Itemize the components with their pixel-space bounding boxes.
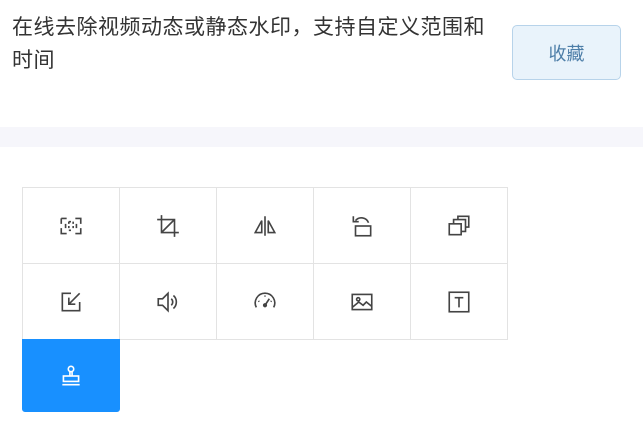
favorite-button[interactable]: 收藏: [512, 25, 621, 80]
crop-icon: [157, 214, 179, 237]
tool-crop-area[interactable]: [22, 187, 120, 264]
tool-text[interactable]: [410, 263, 508, 340]
crop-area-icon: [60, 217, 82, 234]
section-divider: [0, 127, 643, 147]
tool-crop[interactable]: [119, 187, 217, 264]
tool-description: 在线去除视频动态或静态水印，支持自定义范围和时间: [12, 15, 485, 72]
flip-icon: [253, 215, 277, 236]
speed-icon: [254, 291, 276, 308]
tool-volume[interactable]: [119, 263, 217, 340]
rotate-icon: [352, 215, 372, 237]
tool-image[interactable]: [313, 263, 411, 340]
header: 在线去除视频动态或静态水印，支持自定义范围和时间 收藏: [0, 0, 643, 127]
volume-icon: [157, 290, 178, 313]
tool-grid: [22, 187, 508, 412]
tool-rotate[interactable]: [313, 187, 411, 264]
image-icon: [351, 293, 373, 310]
tool-speed[interactable]: [216, 263, 314, 340]
tool-stamp[interactable]: [22, 339, 120, 412]
tool-export[interactable]: [22, 263, 120, 340]
tool-resize[interactable]: [410, 187, 508, 264]
tool-flip[interactable]: [216, 187, 314, 264]
stamp-icon: [62, 364, 80, 385]
resize-icon: [448, 214, 470, 235]
text-icon: [448, 290, 470, 313]
export-icon: [61, 292, 81, 311]
